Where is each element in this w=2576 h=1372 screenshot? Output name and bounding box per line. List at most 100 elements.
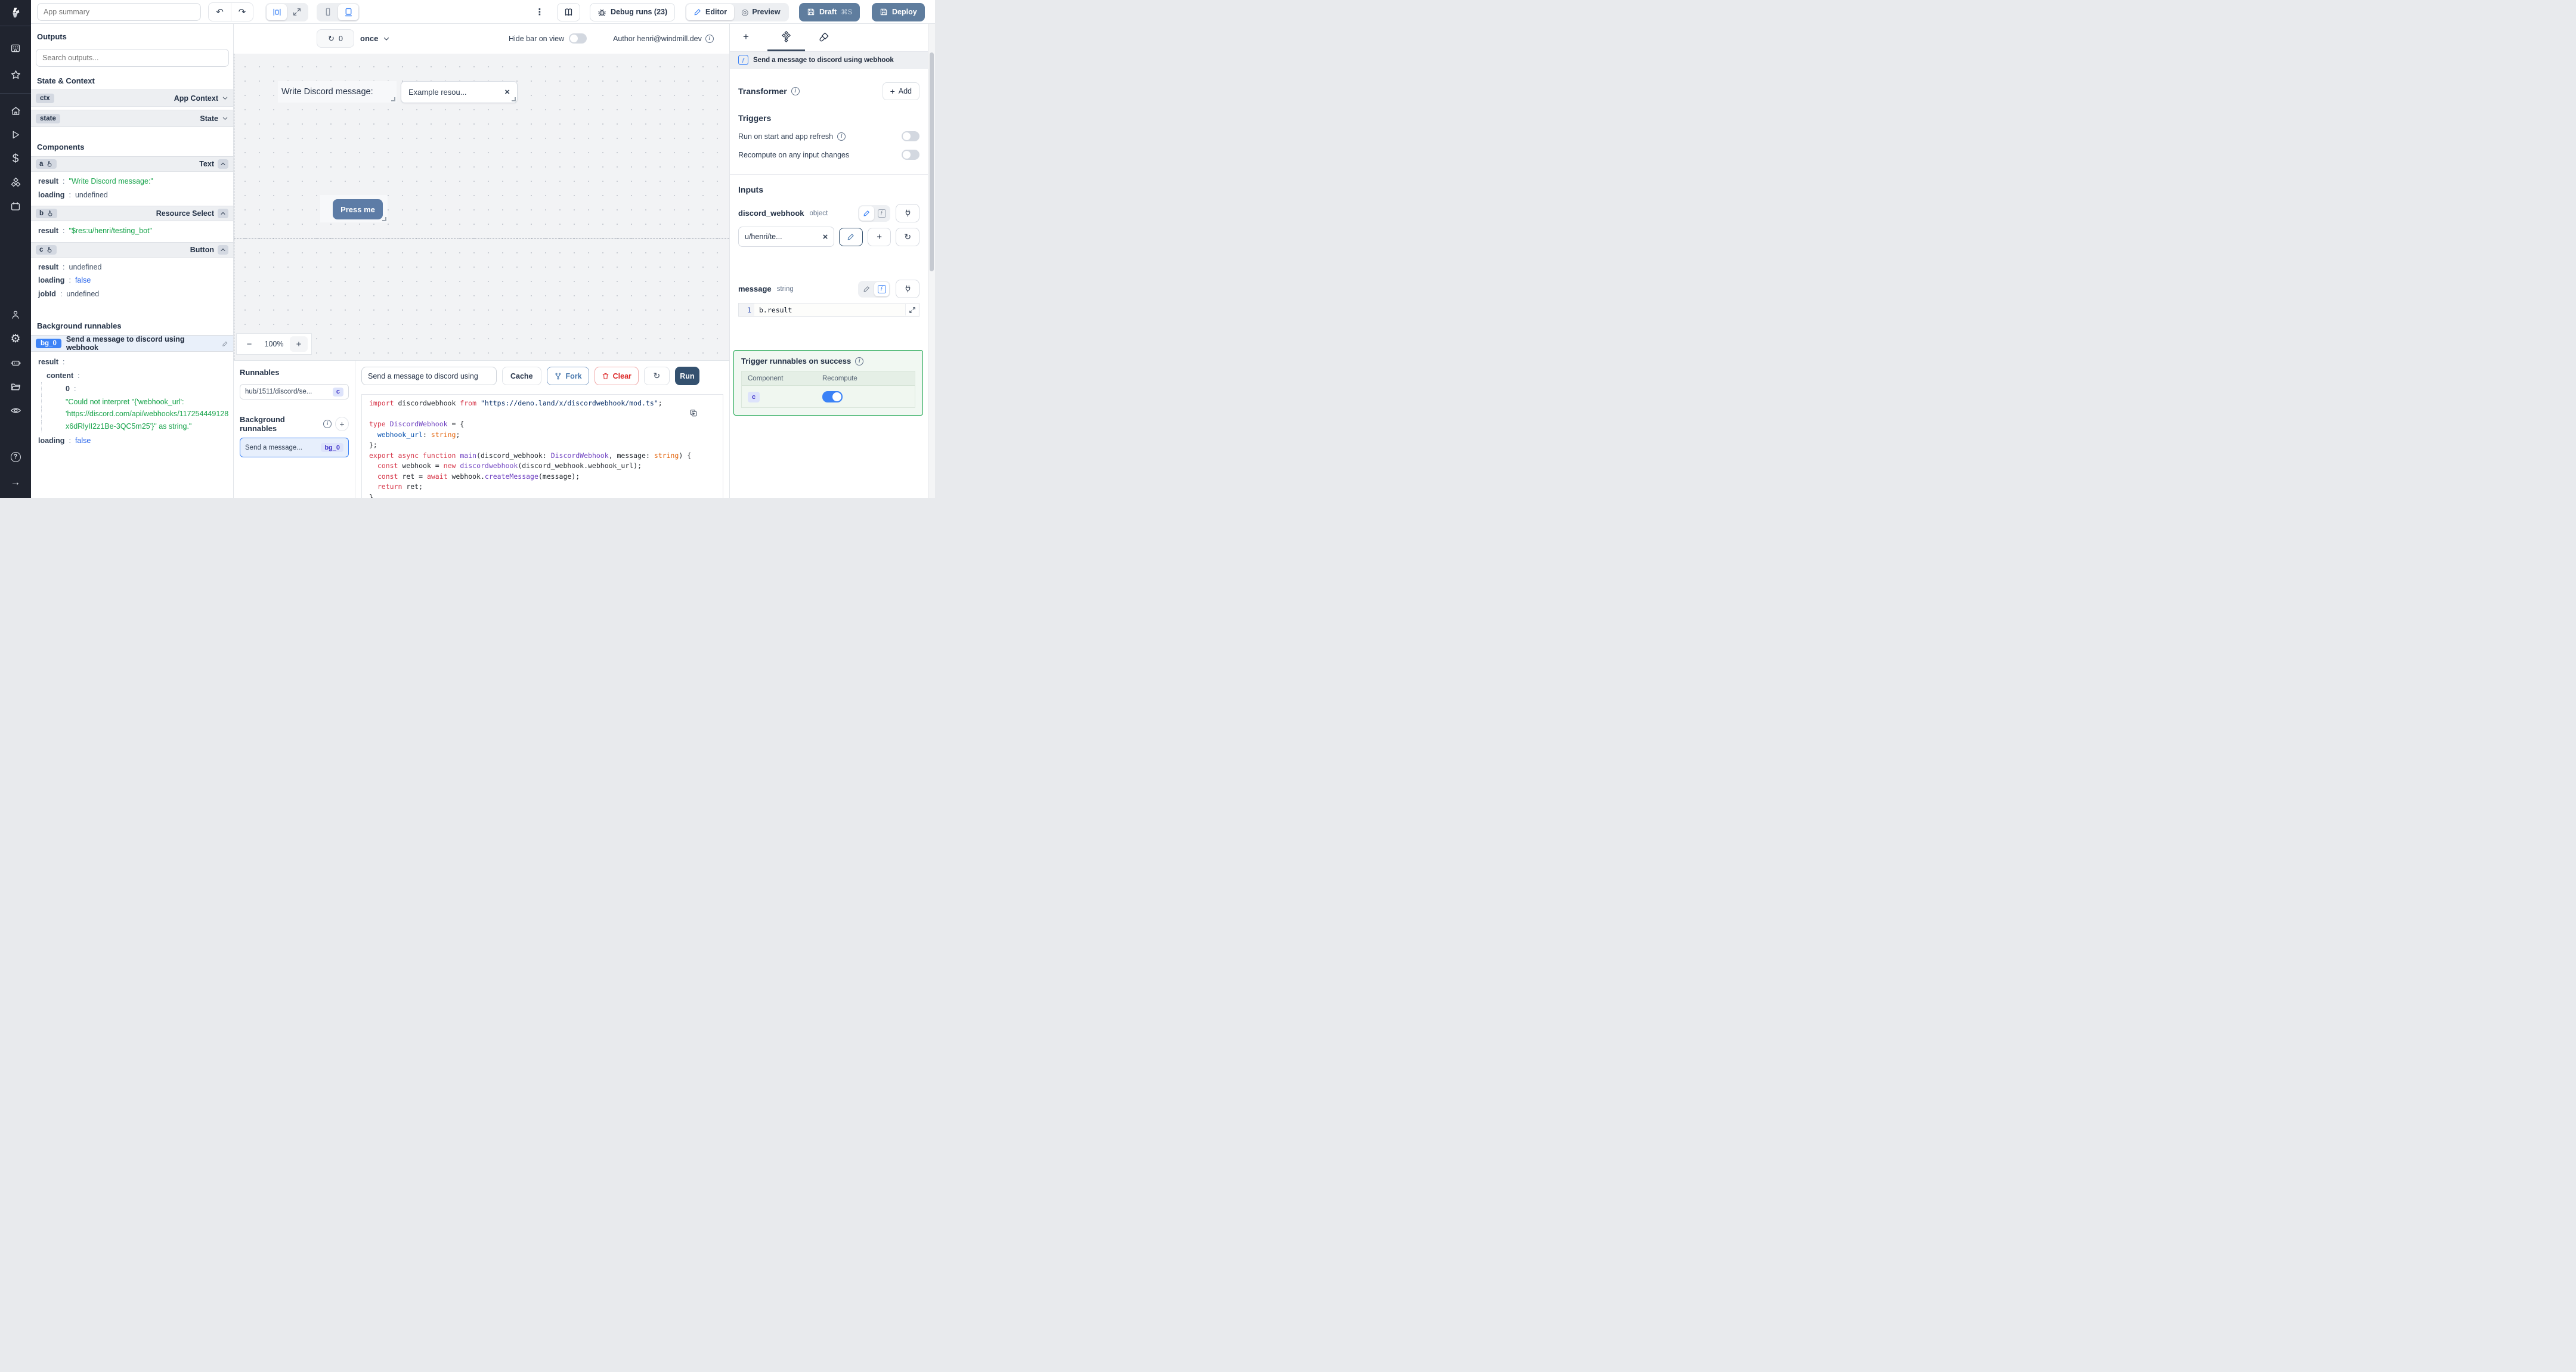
expand-editor-icon[interactable] <box>905 304 918 315</box>
run-button[interactable]: Run <box>674 367 699 385</box>
chevron-down-icon[interactable] <box>222 95 228 101</box>
trigger-run-on-start-label: Run on start and app refresh <box>738 132 834 141</box>
edit-resource-pencil-button[interactable] <box>839 227 863 246</box>
search-outputs-input[interactable] <box>36 49 229 67</box>
collapse-chevron-up-icon[interactable] <box>218 209 228 218</box>
redo-button[interactable]: ↷ <box>231 3 253 21</box>
hide-bar-toggle[interactable] <box>569 33 587 44</box>
top-toolbar: ↶ ↷ ⋮ <box>31 0 935 24</box>
settings-diamonds-tab[interactable] <box>778 24 794 49</box>
draft-label: Draft <box>819 8 837 16</box>
info-icon[interactable]: i <box>837 132 846 141</box>
kv-key: 0 <box>66 385 70 394</box>
center-align-icon[interactable] <box>267 4 287 20</box>
fullscreen-icon[interactable] <box>287 4 307 20</box>
tab-preview[interactable]: ◎ Preview <box>734 4 787 20</box>
refresh-resource-button[interactable]: ↻ <box>896 227 919 246</box>
eval-input-fx-icon[interactable]: ƒ <box>874 281 889 296</box>
collapse-sidebar-arrow-icon[interactable]: → <box>0 470 31 493</box>
recompute-c-toggle[interactable] <box>822 391 843 402</box>
add-component-tab[interactable]: + <box>738 24 754 49</box>
bg0-runnable-header[interactable]: bg_0 Send a message to discord using web… <box>31 335 233 352</box>
schedules-calendar-icon[interactable] <box>0 195 31 218</box>
resize-handle[interactable] <box>382 217 386 221</box>
cache-button[interactable]: Cache <box>502 367 541 385</box>
eval-input-fx-icon[interactable]: ƒ <box>874 206 889 221</box>
connect-plug-icon[interactable] <box>896 280 919 298</box>
text-component-a[interactable]: Write Discord message: <box>278 81 397 103</box>
clear-x-icon[interactable]: × <box>504 87 510 97</box>
refresh-count-button[interactable]: ↻ 0 <box>317 29 354 48</box>
settings-gear-icon[interactable]: ⚙ <box>0 327 31 350</box>
desktop-view-icon[interactable] <box>338 4 358 20</box>
users-icon[interactable] <box>0 303 31 326</box>
canvas-zoom-control: − 100% + <box>236 333 312 355</box>
chevron-down-icon[interactable] <box>222 115 228 122</box>
clear-x-icon[interactable]: × <box>823 232 828 242</box>
fork-button[interactable]: Fork <box>546 367 589 385</box>
draft-button[interactable]: Draft ⌘S <box>799 2 860 21</box>
code-editor[interactable]: import discordwebhook from "https://deno… <box>361 394 723 498</box>
app-canvas[interactable]: Write Discord message: Example resou... … <box>234 54 729 360</box>
runnable-item-c[interactable]: hub/1511/discord/se... c <box>240 384 349 399</box>
interval-dropdown[interactable]: once <box>360 29 390 48</box>
button-component-c[interactable]: Press me <box>320 195 388 222</box>
recompute-on-change-toggle[interactable] <box>902 150 919 160</box>
zoom-in-button[interactable]: + <box>290 336 308 352</box>
script-name-input[interactable] <box>361 367 497 385</box>
tab-editor[interactable]: Editor <box>686 4 735 20</box>
apps-icon[interactable] <box>0 37 31 60</box>
styling-brush-tab[interactable] <box>816 24 832 49</box>
edit-pencil-icon[interactable] <box>222 340 228 347</box>
windmill-logo[interactable] <box>0 0 31 26</box>
message-expression-editor[interactable]: 1 b.result <box>738 303 919 317</box>
app-summary-input[interactable] <box>37 3 201 21</box>
ctx-row[interactable]: ctx App Context <box>31 89 233 107</box>
info-icon[interactable]: i <box>323 420 332 428</box>
state-row[interactable]: state State <box>31 110 233 127</box>
info-icon[interactable]: i <box>705 34 714 43</box>
resources-cubes-icon[interactable] <box>0 171 31 194</box>
mobile-view-icon[interactable] <box>318 4 338 20</box>
vertical-scrollbar[interactable] <box>928 24 935 498</box>
component-c-header[interactable]: c Button <box>31 241 233 258</box>
add-background-runnable-button[interactable]: + <box>335 417 349 431</box>
audit-eye-icon[interactable] <box>0 399 31 422</box>
runnable-item-bg0-selected[interactable]: Send a message... bg_0 <box>240 438 349 457</box>
resource-value-select[interactable]: u/henri/te... × <box>738 227 835 247</box>
runs-play-icon[interactable] <box>0 123 31 146</box>
reload-script-button[interactable]: ↻ <box>643 367 670 385</box>
collapse-chevron-up-icon[interactable] <box>218 159 228 169</box>
connect-plug-icon[interactable] <box>896 204 919 222</box>
more-menu-kebab-icon[interactable]: ⋮ <box>534 3 546 21</box>
info-icon[interactable]: i <box>791 87 800 95</box>
run-on-start-toggle[interactable] <box>902 131 919 141</box>
zoom-out-button[interactable]: − <box>240 336 258 352</box>
scrollbar-thumb[interactable] <box>930 52 934 271</box>
debug-runs-button[interactable]: Debug runs (23) <box>590 2 676 21</box>
copy-code-icon[interactable] <box>689 409 698 417</box>
workers-robot-icon[interactable] <box>0 351 31 374</box>
press-me-button[interactable]: Press me <box>333 199 383 219</box>
component-b-header[interactable]: b Resource Select <box>31 206 233 221</box>
home-icon[interactable] <box>0 100 31 122</box>
static-input-pencil-icon[interactable] <box>859 282 874 296</box>
resize-handle[interactable] <box>391 97 395 101</box>
add-resource-button[interactable]: + <box>867 227 891 246</box>
collapse-chevron-up-icon[interactable] <box>218 244 228 255</box>
info-icon[interactable]: i <box>855 357 864 366</box>
folders-icon[interactable] <box>0 375 31 398</box>
docs-book-icon[interactable] <box>557 2 580 21</box>
static-input-pencil-icon[interactable] <box>859 206 874 221</box>
resource-select-component-b[interactable]: Example resou... × <box>401 81 518 103</box>
resize-handle[interactable] <box>512 97 516 101</box>
deploy-button[interactable]: Deploy <box>872 2 925 21</box>
favorites-star-icon[interactable] <box>0 63 31 86</box>
variables-dollar-icon[interactable]: $ <box>0 147 31 170</box>
add-transformer-button[interactable]: + Add <box>882 82 919 100</box>
clear-button[interactable]: Clear <box>594 367 639 385</box>
function-icon: ƒ <box>738 55 748 65</box>
undo-button[interactable]: ↶ <box>209 3 231 21</box>
component-a-header[interactable]: a Text <box>31 156 233 172</box>
help-icon[interactable]: ? <box>0 445 31 468</box>
